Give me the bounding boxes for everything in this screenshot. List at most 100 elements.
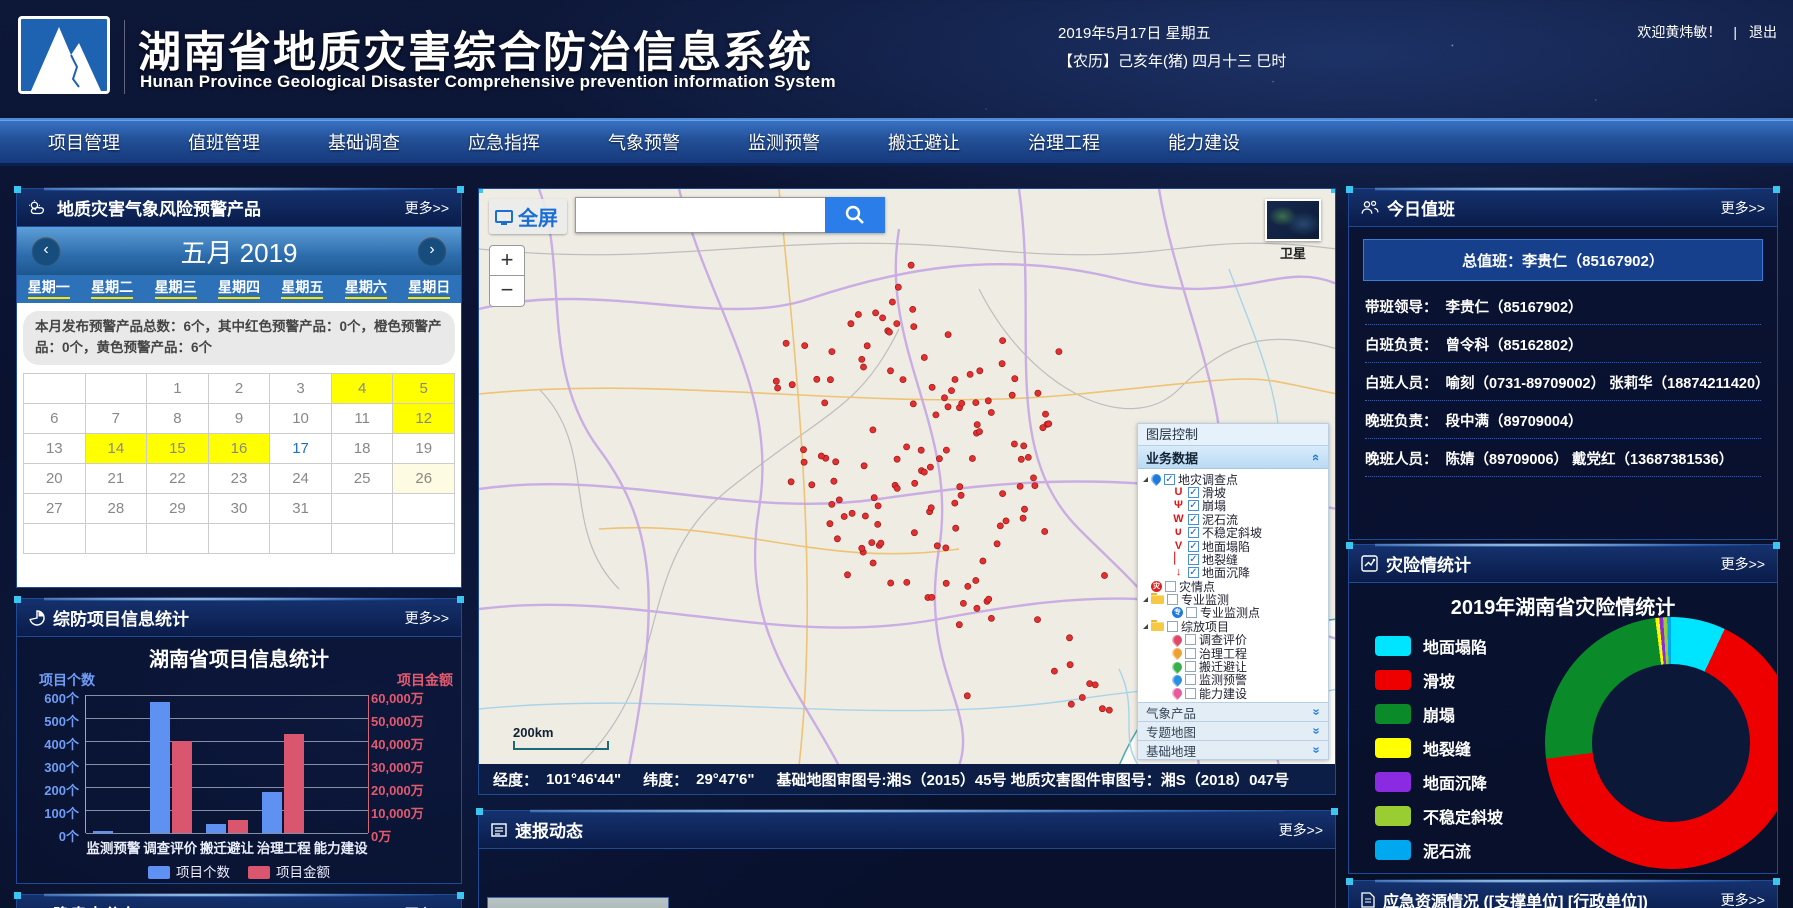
logout-button[interactable]: 退出 bbox=[1749, 22, 1777, 42]
basemap-switcher[interactable]: 卫星 bbox=[1265, 199, 1321, 262]
more-link[interactable]: 更多>> bbox=[405, 904, 449, 908]
report-photo[interactable] bbox=[487, 897, 669, 908]
nav-item[interactable]: 应急指挥 bbox=[468, 129, 540, 155]
calendar-day-cell[interactable]: 12 bbox=[393, 404, 455, 434]
map-container[interactable]: 全屏 + − 卫星 图层控制 业务数据 « ✓地灾调查点U✓滑 bbox=[478, 188, 1336, 795]
nav-item[interactable]: 基础调查 bbox=[328, 129, 400, 155]
calendar-day-cell[interactable]: 5 bbox=[393, 374, 455, 404]
layer-section-business-data[interactable]: 业务数据 « bbox=[1138, 446, 1328, 469]
calendar-day-cell[interactable]: 24 bbox=[270, 464, 332, 494]
pie-chart-icon bbox=[29, 610, 45, 626]
calendar-day-cell[interactable]: 4 bbox=[332, 374, 394, 404]
layer-checkbox[interactable] bbox=[1185, 634, 1196, 645]
satellite-thumbnail[interactable] bbox=[1265, 199, 1321, 241]
more-link[interactable]: 更多>> bbox=[405, 198, 449, 218]
layer-checkbox[interactable]: ✓ bbox=[1188, 554, 1199, 565]
calendar-day-cell[interactable]: 2 bbox=[209, 374, 271, 404]
calendar-day-cell[interactable] bbox=[393, 494, 455, 524]
layer-checkbox[interactable]: ✓ bbox=[1188, 567, 1199, 578]
calendar-day-cell[interactable] bbox=[332, 494, 394, 524]
layer-checkbox[interactable]: ✓ bbox=[1188, 514, 1199, 525]
calendar-day-cell[interactable]: 23 bbox=[209, 464, 271, 494]
calendar-day-cell[interactable]: 13 bbox=[24, 434, 86, 464]
calendar-day-cell[interactable] bbox=[209, 524, 271, 554]
calendar-day-cell[interactable]: 27 bbox=[24, 494, 86, 524]
calendar-day-cell[interactable]: 22 bbox=[147, 464, 209, 494]
layer-checkbox[interactable] bbox=[1185, 674, 1196, 685]
fullscreen-button[interactable]: 全屏 bbox=[489, 199, 567, 234]
calendar-prev-button[interactable]: ‹ bbox=[31, 236, 61, 266]
calendar-day-cell[interactable] bbox=[86, 524, 148, 554]
layer-section-collapsed[interactable]: 基础地理» bbox=[1138, 740, 1328, 759]
calendar-day-cell[interactable] bbox=[147, 524, 209, 554]
calendar-day-cell[interactable] bbox=[24, 524, 86, 554]
calendar-day-cell[interactable]: 31 bbox=[270, 494, 332, 524]
calendar-day-cell[interactable]: 7 bbox=[86, 404, 148, 434]
layer-tree-item[interactable]: ✓地灾调查点 bbox=[1138, 472, 1328, 485]
layer-section-collapsed[interactable]: 气象产品» bbox=[1138, 702, 1328, 721]
layer-section-collapsed[interactable]: 专题地图» bbox=[1138, 721, 1328, 740]
calendar-day-cell[interactable]: 29 bbox=[147, 494, 209, 524]
calendar-day-cell[interactable]: 15 bbox=[147, 434, 209, 464]
zoom-out-button[interactable]: − bbox=[489, 276, 525, 307]
layer-tree-item[interactable]: 能力建设 bbox=[1138, 687, 1328, 700]
calendar-day-cell[interactable]: 14 bbox=[86, 434, 148, 464]
calendar-day-cell[interactable]: 9 bbox=[209, 404, 271, 434]
calendar-day-cell[interactable] bbox=[86, 374, 148, 404]
nav-item[interactable]: 搬迁避让 bbox=[888, 129, 960, 155]
layer-checkbox[interactable]: ✓ bbox=[1188, 500, 1199, 511]
calendar-day-cell[interactable]: 3 bbox=[270, 374, 332, 404]
calendar-day-cell[interactable]: 18 bbox=[332, 434, 394, 464]
more-link[interactable]: 更多>> bbox=[1721, 198, 1765, 218]
calendar-day-cell[interactable]: 6 bbox=[24, 404, 86, 434]
calendar-day-cell[interactable]: 19 bbox=[393, 434, 455, 464]
more-link[interactable]: 更多>> bbox=[1721, 890, 1765, 908]
layer-checkbox[interactable] bbox=[1185, 661, 1196, 672]
calendar-day-cell[interactable] bbox=[393, 524, 455, 554]
more-link[interactable]: 更多>> bbox=[1721, 554, 1765, 574]
calendar-day-cell[interactable]: 30 bbox=[209, 494, 271, 524]
calendar-day-cell[interactable]: 20 bbox=[24, 464, 86, 494]
map-search-input[interactable] bbox=[575, 197, 825, 233]
nav-item[interactable]: 监测预警 bbox=[748, 129, 820, 155]
calendar-next-button[interactable]: › bbox=[417, 236, 447, 266]
more-link[interactable]: 更多>> bbox=[405, 608, 449, 628]
layer-checkbox[interactable]: ✓ bbox=[1164, 474, 1175, 485]
nav-item[interactable]: 治理工程 bbox=[1028, 129, 1100, 155]
nav-item[interactable]: 值班管理 bbox=[188, 129, 260, 155]
layer-checkbox[interactable] bbox=[1185, 648, 1196, 659]
nav-item[interactable]: 能力建设 bbox=[1168, 129, 1240, 155]
nav-item[interactable]: 项目管理 bbox=[48, 129, 120, 155]
longitude-label: 经度： bbox=[493, 769, 538, 790]
calendar-day-cell[interactable]: 11 bbox=[332, 404, 394, 434]
layer-tree-item[interactable]: 灾灾情点 bbox=[1138, 579, 1328, 592]
more-link[interactable]: 更多>> bbox=[1279, 820, 1323, 840]
calendar-day-cell[interactable] bbox=[24, 374, 86, 404]
layer-checkbox[interactable]: ✓ bbox=[1188, 487, 1199, 498]
calendar-day-cell[interactable]: 28 bbox=[86, 494, 148, 524]
calendar-day-cell[interactable]: 1 bbox=[147, 374, 209, 404]
calendar-day-cell[interactable]: 26 bbox=[393, 464, 455, 494]
layer-tree-item[interactable]: 专专业监测点 bbox=[1138, 606, 1328, 619]
layer-checkbox[interactable] bbox=[1186, 607, 1197, 618]
calendar-day-cell[interactable]: 16 bbox=[209, 434, 271, 464]
calendar-day-cell[interactable] bbox=[332, 524, 394, 554]
calendar-day-cell[interactable]: 21 bbox=[86, 464, 148, 494]
calendar-day-cell[interactable]: 10 bbox=[270, 404, 332, 434]
layer-checkbox[interactable] bbox=[1167, 621, 1178, 632]
calendar-day-cell[interactable] bbox=[270, 524, 332, 554]
layer-checkbox[interactable]: ✓ bbox=[1188, 527, 1199, 538]
layer-tree-item[interactable]: U✓滑坡 bbox=[1138, 486, 1328, 499]
layer-checkbox[interactable] bbox=[1165, 581, 1176, 592]
calendar-day-cell[interactable]: 8 bbox=[147, 404, 209, 434]
zoom-in-button[interactable]: + bbox=[489, 245, 525, 276]
calendar-day-cell[interactable]: 25 bbox=[332, 464, 394, 494]
layer-checkbox[interactable]: ✓ bbox=[1188, 541, 1199, 552]
panel-title: 地质灾害气象风险预警产品 bbox=[57, 195, 261, 220]
nav-item[interactable]: 气象预警 bbox=[608, 129, 680, 155]
calendar-day-cell[interactable]: 17 bbox=[270, 434, 332, 464]
map-search-button[interactable] bbox=[825, 197, 885, 233]
layer-checkbox[interactable] bbox=[1167, 594, 1178, 605]
layer-tree-item[interactable]: ↓✓地面沉降 bbox=[1138, 566, 1328, 579]
layer-checkbox[interactable] bbox=[1185, 688, 1196, 699]
